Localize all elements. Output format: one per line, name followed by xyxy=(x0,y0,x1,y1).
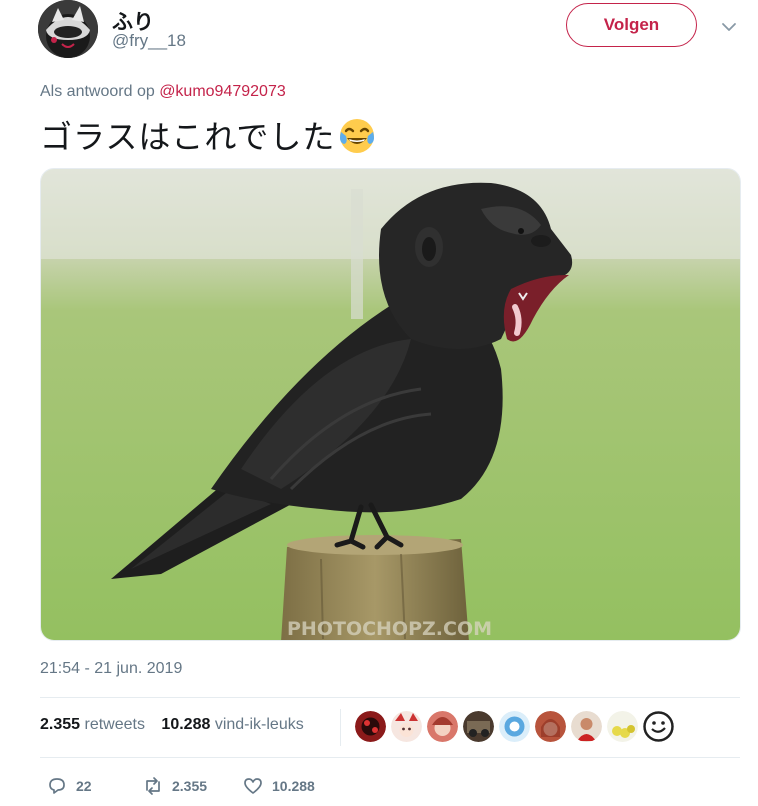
tweet-header: ふり @fry__18 Volgen xyxy=(0,0,758,70)
image-watermark: PHOTOCHOPZ.COM xyxy=(287,618,492,640)
retweets-count[interactable]: 2.355 xyxy=(40,716,80,733)
tweet-text-content: ゴラスはこれでした xyxy=(40,118,336,156)
tweet-media-image[interactable]: PHOTOCHOPZ.COM xyxy=(40,168,741,641)
like-count: 10.288 xyxy=(272,778,315,794)
tweet-timestamp[interactable]: 21:54 - 21 jun. 2019 xyxy=(40,660,182,678)
reply-icon xyxy=(49,778,65,794)
retweet-icon xyxy=(146,777,160,795)
liker-avatar[interactable] xyxy=(643,711,674,742)
reply-button[interactable]: 22 xyxy=(46,773,92,799)
tweet-text: ゴラスはこれでした xyxy=(40,112,377,158)
chevron-down-icon[interactable] xyxy=(718,16,740,38)
liker-avatar[interactable] xyxy=(571,711,602,742)
heart-icon xyxy=(244,778,262,794)
liker-avatar[interactable] xyxy=(499,711,530,742)
reply-context: Als antwoord op @kumo94792073 xyxy=(40,83,286,101)
reply-mention-link[interactable]: @kumo94792073 xyxy=(159,83,286,100)
liker-avatar[interactable] xyxy=(463,711,494,742)
likes-count[interactable]: 10.288 xyxy=(161,716,210,733)
likes-label[interactable]: vind-ik-leuks xyxy=(215,716,304,733)
like-button[interactable]: 10.288 xyxy=(242,773,315,799)
user-handle[interactable]: @fry__18 xyxy=(112,31,186,51)
liker-avatar[interactable] xyxy=(607,711,638,742)
retweets-label[interactable]: retweets xyxy=(85,716,145,733)
tweet-stats: 2.355 retweets 10.288 vind-ik-leuks xyxy=(40,716,304,734)
retweet-button[interactable]: 2.355 xyxy=(142,773,207,799)
user-avatar[interactable] xyxy=(38,0,98,58)
tweet-actions: 22 2.355 10.288 xyxy=(40,773,740,799)
liker-avatar[interactable] xyxy=(355,711,386,742)
retweet-count: 2.355 xyxy=(172,778,208,794)
liker-avatar[interactable] xyxy=(391,711,422,742)
reply-count: 22 xyxy=(76,778,92,794)
stats-separator xyxy=(340,709,341,746)
follow-button[interactable]: Volgen xyxy=(566,3,697,47)
divider-top xyxy=(40,697,740,698)
divider-bottom xyxy=(40,757,740,758)
reply-prefix: Als antwoord op xyxy=(40,83,155,100)
liker-avatar[interactable] xyxy=(427,711,458,742)
liker-avatar[interactable] xyxy=(535,711,566,742)
tears-of-joy-emoji-icon xyxy=(340,119,375,153)
